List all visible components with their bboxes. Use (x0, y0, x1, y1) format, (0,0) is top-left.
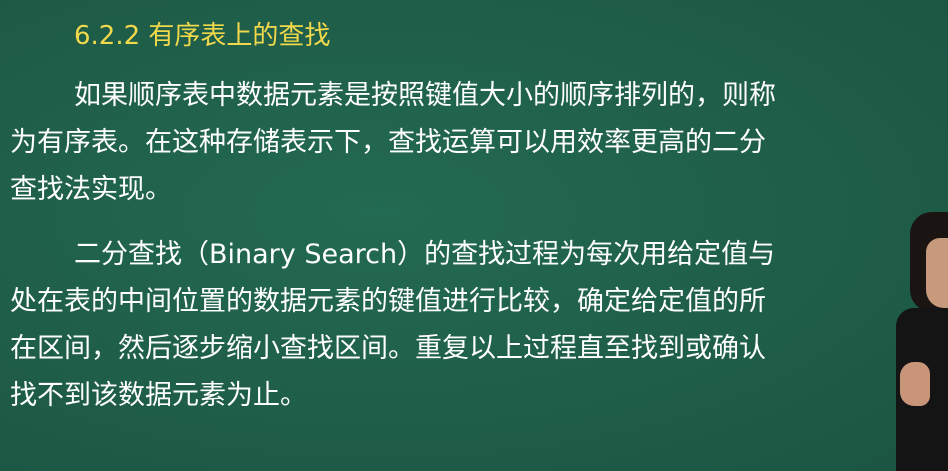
paragraph-binary-search-description: 二分查找（Binary Search）的查找过程为每次用给定值与 处在表的中间位… (10, 231, 910, 419)
presenter-face (926, 238, 948, 308)
slide-background: 6.2.2 有序表上的查找 如果顺序表中数据元素是按照键值大小的顺序排列的，则称… (0, 0, 948, 471)
paragraph-line: 为有序表。在这种存储表示下，查找运算可以用效率更高的二分 (10, 127, 766, 158)
paragraph-line: 二分查找（Binary Search）的查找过程为每次用给定值与 (74, 239, 776, 270)
section-heading: 6.2.2 有序表上的查找 (74, 21, 331, 51)
paragraph-line: 查找法实现。 (10, 174, 172, 205)
paragraph-line: 如果顺序表中数据元素是按照键值大小的顺序排列的，则称 (74, 80, 776, 111)
paragraph-line: 找不到该数据元素为止。 (10, 380, 307, 411)
paragraph-line: 在区间，然后逐步缩小查找区间。重复以上过程直至找到或确认 (10, 333, 766, 364)
paragraph-ordered-table-definition: 如果顺序表中数据元素是按照键值大小的顺序排列的，则称 为有序表。在这种存储表示下… (10, 72, 910, 213)
presenter-hair (910, 212, 948, 312)
paragraph-line: 处在表的中间位置的数据元素的键值进行比较，确定给定值的所 (10, 286, 766, 317)
